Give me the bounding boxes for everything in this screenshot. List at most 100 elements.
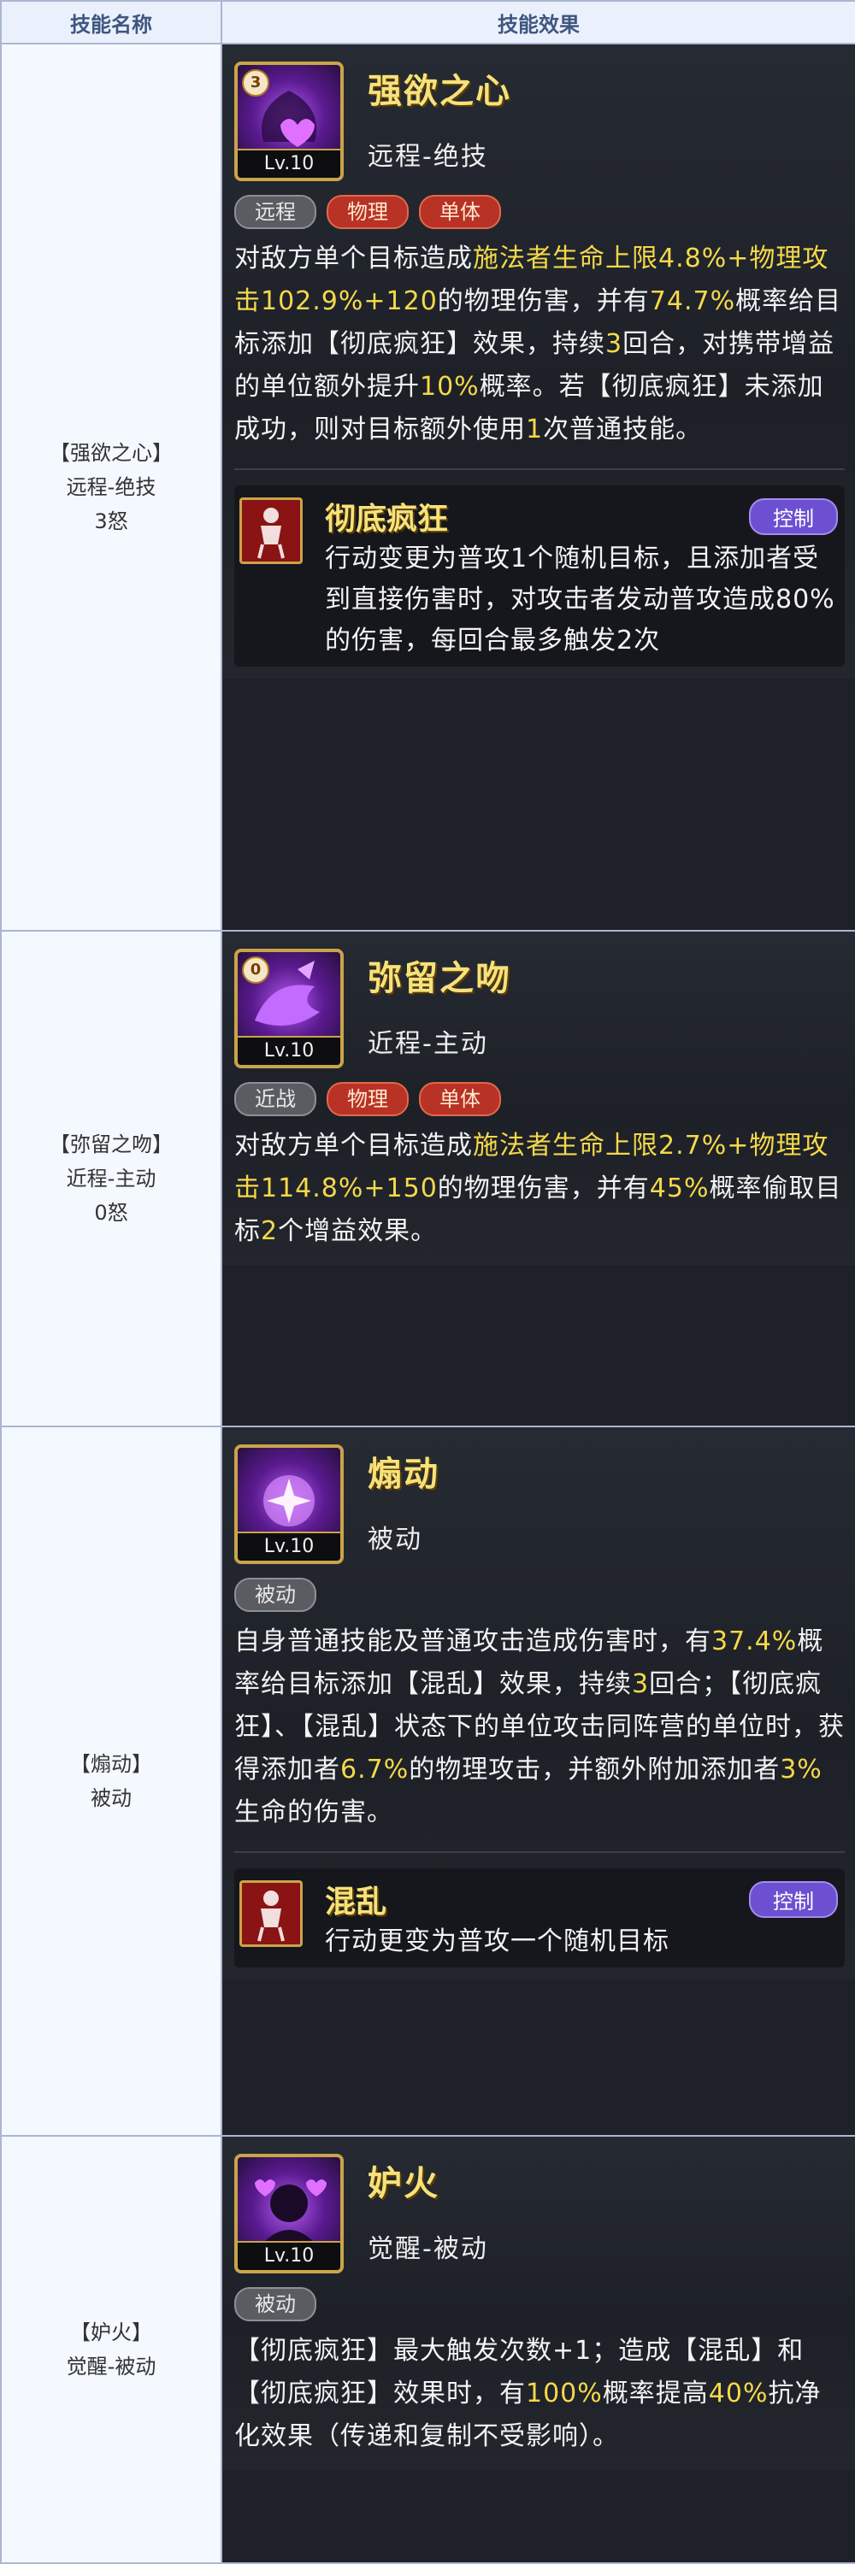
madness-status-icon bbox=[239, 497, 303, 564]
skill-tags: 被动 bbox=[234, 2287, 845, 2321]
skill-description: 对敌方单个目标造成施法者生命上限2.7%+物理攻击114.8%+150的物理伤害… bbox=[234, 1125, 845, 1253]
skill-name-label: 【妒火】 bbox=[70, 2320, 152, 2344]
highlighted-value: 80% bbox=[775, 585, 835, 615]
highlighted-value: 2 bbox=[616, 626, 634, 656]
skill-name-cell: 【弥留之吻】 近程-主动 0怒 bbox=[0, 930, 222, 1427]
skill-type: 觉醒-被动 bbox=[368, 2234, 488, 2264]
highlighted-value: 3 bbox=[605, 329, 623, 359]
skill-type: 被动 bbox=[368, 1525, 422, 1555]
confusion-status-icon bbox=[239, 1880, 303, 1947]
header-skill-name: 技能名称 bbox=[0, 0, 222, 44]
skill-name-label: 【强欲之心】 bbox=[50, 441, 173, 465]
status-description: 行动更变为普攻一个随机目标 bbox=[325, 1921, 838, 1962]
skill-name-cell: 【强欲之心】 远程-绝技 3怒 bbox=[0, 43, 222, 932]
highlighted-value: 3 bbox=[632, 1669, 650, 1699]
highlighted-value: 10% bbox=[420, 372, 480, 402]
description-text: 的伤害，每回合最多触发 bbox=[325, 626, 616, 656]
description-text: 概率提高 bbox=[602, 2379, 709, 2408]
skill-title: 妒火 bbox=[368, 2164, 439, 2203]
table-row: 【强欲之心】 远程-绝技 3怒 3 Lv.10 强欲之心 远程-绝技 远程 物理… bbox=[0, 43, 855, 932]
skill-description: 自身普通技能及普通攻击造成伤害时，有37.4%概率给目标添加【混乱】效果，持续3… bbox=[234, 1620, 845, 1834]
table-row: 【妒火】 觉醒-被动 Lv.10 妒火 觉醒-被动 被动 【彻底疯狂】最大触发次… bbox=[0, 2135, 855, 2564]
rage-cost-badge: 0 bbox=[242, 956, 269, 984]
skill-card-cell: 0 Lv.10 弥留之吻 近程-主动 近战 物理 单体 对敌方单个目标造成施法者 bbox=[221, 930, 855, 1427]
dying-kiss-skill-icon: 0 Lv.10 bbox=[234, 949, 344, 1068]
skill-card-cell: Lv.10 妒火 觉醒-被动 被动 【彻底疯狂】最大触发次数+1；造成【混乱】和… bbox=[221, 2135, 855, 2564]
divider bbox=[234, 468, 845, 470]
skill-card: 0 Lv.10 弥留之吻 近程-主动 近战 物理 单体 对敌方单个目标造成施法者 bbox=[222, 932, 855, 1265]
tag-damage-type: 物理 bbox=[327, 195, 409, 229]
tag-range: 近战 bbox=[234, 1082, 316, 1116]
skill-title: 煽动 bbox=[368, 1455, 439, 1494]
tag-range: 远程 bbox=[234, 195, 316, 229]
header-row: 技能名称 技能效果 bbox=[0, 0, 855, 44]
tag-passive: 被动 bbox=[234, 2287, 316, 2321]
status-name: 彻底疯狂 bbox=[325, 502, 449, 537]
highlighted-value: 40% bbox=[708, 2379, 769, 2408]
tag-target: 单体 bbox=[419, 1082, 501, 1116]
highlighted-value: 2 bbox=[261, 1216, 279, 1246]
skill-title: 强欲之心 bbox=[368, 72, 511, 111]
skill-title: 弥留之吻 bbox=[368, 959, 511, 998]
header-skill-effect: 技能效果 bbox=[221, 0, 855, 44]
skill-level: Lv.10 bbox=[238, 1532, 340, 1561]
skill-type-label: 被动 bbox=[91, 1786, 132, 1810]
skill-card-cell: 3 Lv.10 强欲之心 远程-绝技 远程 物理 单体 对敌方单个目标造成施法者 bbox=[221, 43, 855, 932]
rage-cost-badge: 3 bbox=[242, 69, 269, 97]
skill-description: 【彻底疯狂】最大触发次数+1；造成【混乱】和【彻底疯狂】效果时，有100%概率提… bbox=[234, 2330, 845, 2458]
skill-rage-label: 3怒 bbox=[94, 509, 128, 533]
highlighted-value: 1 bbox=[510, 544, 528, 573]
description-text: 自身普通技能及普通攻击造成伤害时，有 bbox=[234, 1626, 711, 1656]
skill-name-cell: 【妒火】 觉醒-被动 bbox=[0, 2135, 222, 2564]
skill-name-label: 【煽动】 bbox=[70, 1752, 152, 1776]
highlighted-value: 45% bbox=[649, 1173, 710, 1203]
control-badge: 控制 bbox=[749, 497, 838, 535]
tag-damage-type: 物理 bbox=[327, 1082, 409, 1116]
status-description: 行动变更为普攻1个随机目标，且添加者受到直接伤害时，对攻击者发动普攻造成80%的… bbox=[325, 538, 838, 662]
control-badge: 控制 bbox=[749, 1880, 838, 1918]
description-text: 次普通技能。 bbox=[543, 415, 703, 444]
table-row: 【煽动】 被动 Lv.10 煽动 被动 被动 自身普通技能及普通攻击造成伤害时，… bbox=[0, 1426, 855, 2137]
description-text: 个增益效果。 bbox=[278, 1216, 438, 1246]
skill-level: Lv.10 bbox=[238, 1036, 340, 1065]
skill-name-label: 【弥留之吻】 bbox=[50, 1132, 173, 1156]
skill-type: 远程-绝技 bbox=[368, 142, 488, 172]
description-text: 的物理伤害，并有 bbox=[437, 286, 650, 316]
incite-skill-icon: Lv.10 bbox=[234, 1444, 344, 1564]
status-name: 混乱 bbox=[325, 1885, 387, 1920]
skill-description: 对敌方单个目标造成施法者生命上限4.8%+物理攻击102.9%+120的物理伤害… bbox=[234, 238, 845, 451]
skill-rage-label: 0怒 bbox=[94, 1201, 128, 1225]
skill-card: Lv.10 煽动 被动 被动 自身普通技能及普通攻击造成伤害时，有37.4%概率… bbox=[222, 1427, 855, 1979]
tag-passive: 被动 bbox=[234, 1578, 316, 1612]
tag-target: 单体 bbox=[419, 195, 501, 229]
highlighted-value: 100% bbox=[526, 2379, 603, 2408]
description-text: 次 bbox=[634, 626, 661, 656]
highlighted-value: 1 bbox=[526, 415, 544, 444]
skill-card: 3 Lv.10 强欲之心 远程-绝技 远程 物理 单体 对敌方单个目标造成施法者 bbox=[222, 44, 855, 679]
description-text: 对敌方单个目标造成 bbox=[234, 1131, 473, 1161]
skill-tags: 远程 物理 单体 bbox=[234, 195, 845, 229]
description-text: 生命的伤害。 bbox=[234, 1797, 393, 1827]
skill-tags: 被动 bbox=[234, 1578, 845, 1612]
skill-type: 近程-主动 bbox=[368, 1029, 488, 1059]
skills-table: 技能名称 技能效果 【强欲之心】 远程-绝技 3怒 3 Lv.10 强欲之心 远… bbox=[0, 0, 855, 2564]
description-text: 的物理伤害，并有 bbox=[437, 1173, 650, 1203]
skill-card-cell: Lv.10 煽动 被动 被动 自身普通技能及普通攻击造成伤害时，有37.4%概率… bbox=[221, 1426, 855, 2137]
divider bbox=[234, 1851, 845, 1853]
status-effect-box: 混乱 控制 行动更变为普攻一个随机目标 bbox=[234, 1868, 845, 1967]
skill-tags: 近战 物理 单体 bbox=[234, 1082, 845, 1116]
status-effect-box: 彻底疯狂 控制 行动变更为普攻1个随机目标，且添加者受到直接伤害时，对攻击者发动… bbox=[234, 485, 845, 667]
skill-type-label: 远程-绝技 bbox=[66, 475, 156, 499]
skill-type-label: 近程-主动 bbox=[66, 1167, 156, 1191]
description-text: 行动更变为普攻一个随机目标 bbox=[325, 1926, 669, 1956]
highlighted-value: 74.7% bbox=[649, 286, 736, 316]
skill-level: Lv.10 bbox=[238, 149, 340, 178]
jealousy-fire-skill-icon: Lv.10 bbox=[234, 2154, 344, 2273]
highlighted-value: 6.7% bbox=[340, 1755, 410, 1785]
greed-heart-skill-icon: 3 Lv.10 bbox=[234, 62, 344, 181]
skill-type-label: 觉醒-被动 bbox=[66, 2355, 156, 2379]
description-text: 行动变更为普攻 bbox=[325, 544, 510, 573]
description-text: 对敌方单个目标造成 bbox=[234, 244, 473, 273]
description-text: 的物理攻击，并额外附加添加者 bbox=[409, 1755, 781, 1785]
highlighted-value: 37.4% bbox=[711, 1626, 798, 1656]
